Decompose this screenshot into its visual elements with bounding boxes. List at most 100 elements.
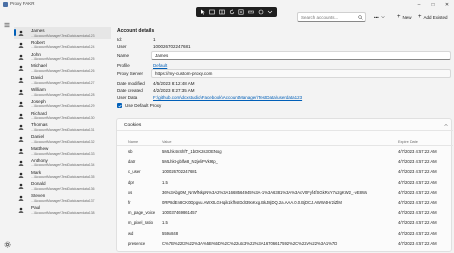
minimize-button[interactable]: – <box>412 0 426 10</box>
user-avatar-icon <box>18 42 24 48</box>
profile-link[interactable]: Default <box>153 63 167 68</box>
table-row[interactable]: xs 36%3Abg0M_NrWfNkpN%3A2%3A1668564945%3A… <box>117 188 453 198</box>
cookies-panel: Cookies Name Value Expire Date sb 5MLhk4n… <box>116 118 453 252</box>
layout-icon[interactable] <box>219 9 226 15</box>
chevron-down-icon <box>381 16 385 19</box>
table-row[interactable]: datr 5MLhkt-gblfw8_N2jeliPVk9tp_ 4/7/2023 … <box>117 157 453 167</box>
list-item[interactable]: Anthony ...\AccountManager\TestData\userd… <box>14 157 111 169</box>
close-button[interactable]: ✕ <box>440 0 454 10</box>
table-row[interactable]: presence C%7B%22t3%22%3A%5B%5D%2C%22utc3%… <box>117 239 453 249</box>
new-account-button[interactable]: + New <box>397 12 412 22</box>
account-name: Anthony <box>31 157 48 163</box>
account-name: David <box>31 75 43 81</box>
column-header-expiry[interactable]: Expire Date <box>398 140 418 144</box>
account-name: Joseph <box>31 98 46 104</box>
account-path: ...\AccountManager\TestData\userdata126 <box>31 68 95 73</box>
cookies-header[interactable]: Cookies <box>117 119 453 131</box>
list-item[interactable]: Mark ...\AccountManager\TestData\userdata… <box>14 169 111 181</box>
refresh-icon[interactable] <box>228 9 235 15</box>
name-field[interactable] <box>151 51 451 60</box>
account-list: James ...\AccountManager\TestData\userdat… <box>14 27 111 253</box>
record-icon[interactable] <box>257 9 264 15</box>
add-existed-button[interactable]: + Add Existed <box>418 12 448 22</box>
list-item[interactable]: Richard ...\AccountManager\TestData\userd… <box>14 110 111 122</box>
account-path: ...\AccountManager\TestData\userdata130 <box>31 116 95 121</box>
modified-value: 4/5/2023 8:12:48 AM <box>153 81 195 86</box>
checkmark-icon <box>117 104 122 107</box>
created-label: Date created <box>117 88 143 93</box>
new-button-label: New <box>402 14 412 20</box>
search-box[interactable] <box>297 12 366 22</box>
more-options-button[interactable]: ••• <box>374 12 385 22</box>
list-item[interactable]: Michael ...\AccountManager\TestData\userd… <box>14 62 111 74</box>
list-item[interactable]: David ...\AccountManager\TestData\userdat… <box>14 74 111 86</box>
user-avatar-icon <box>18 207 24 213</box>
cookie-value: 36%3Abg0M_NrWfNkpN%3A2%3A1668564945%3A-1… <box>162 189 367 195</box>
list-item[interactable]: Joseph ...\AccountManager\TestData\userda… <box>14 98 111 110</box>
maximize-button[interactable]: □ <box>426 0 440 10</box>
table-row[interactable]: fr 0RP8dEn8CK0Dpgvu.AWXtLGHqik1kfhsIDdI39… <box>117 198 453 208</box>
user-avatar-icon <box>18 148 24 154</box>
table-row[interactable]: sb 5MLhk4nShfT_1bOK2s3OENog 4/7/2023 4:57:… <box>117 147 453 157</box>
account-name: Thomas <box>31 122 48 128</box>
column-header-value[interactable]: Value <box>162 140 171 144</box>
cookies-table-header: Name Value Expire Date <box>117 138 453 146</box>
table-row[interactable]: m_page_voice 100037469861457 4/7/2023 4:57… <box>117 208 453 218</box>
table-row[interactable]: m_pixel_ratio 1.5 4/7/2023 4:57:22 AM <box>117 218 453 228</box>
account-path: ...\AccountManager\TestData\userdata128 <box>31 92 95 97</box>
list-item[interactable]: Matthew ...\AccountManager\TestData\userd… <box>14 145 111 157</box>
account-name: Michael <box>31 63 47 69</box>
use-default-proxy-label: Use Default Proxy <box>125 103 162 108</box>
details-section-title: Account details <box>117 28 155 34</box>
list-item[interactable]: Daniel ...\AccountManager\TestData\userda… <box>14 133 111 145</box>
add-existed-label: Add Existed <box>423 14 448 20</box>
use-default-proxy-checkbox[interactable] <box>117 103 122 108</box>
user-avatar-icon <box>18 101 24 107</box>
user-avatar-icon <box>18 66 24 72</box>
ruler-icon[interactable] <box>247 9 254 15</box>
proxy-server-field[interactable] <box>151 69 451 78</box>
user-avatar-icon <box>18 113 24 119</box>
hamburger-menu-icon[interactable] <box>3 21 11 29</box>
list-item[interactable]: Paul ...\AccountManager\TestData\userdata… <box>14 204 111 216</box>
table-row[interactable]: c_user 100026702247681 4/7/2023 4:57:22 AM <box>117 167 453 177</box>
cookie-expiry: 4/7/2023 4:57:22 AM <box>398 159 437 165</box>
account-path: ...\AccountManager\TestData\userdata137 <box>31 198 95 203</box>
list-item[interactable]: William ...\AccountManager\TestData\userd… <box>14 86 111 98</box>
user-avatar-icon <box>18 184 24 190</box>
account-path: ...\AccountManager\TestData\userdata131 <box>31 127 95 132</box>
settings-gear-icon[interactable] <box>3 240 11 248</box>
inspect-icon[interactable] <box>238 9 245 15</box>
table-row[interactable]: dpr 1.5 4/7/2023 4:57:22 AM <box>117 178 453 188</box>
cookie-value: 100026702247681 <box>162 169 197 175</box>
list-item[interactable]: Robert ...\AccountManager\TestData\userda… <box>14 39 111 51</box>
cookie-expiry: 4/7/2023 4:57:22 AM <box>398 189 437 195</box>
chevron-up-icon[interactable] <box>443 122 449 128</box>
list-item[interactable]: John ...\AccountManager\TestData\userdata… <box>14 51 111 63</box>
cookie-expiry: 4/7/2023 4:57:22 AM <box>398 230 437 236</box>
cookie-name: presence <box>128 240 146 246</box>
list-item[interactable]: Steven ...\AccountManager\TestData\userda… <box>14 192 111 204</box>
list-item[interactable]: James ...\AccountManager\TestData\userdat… <box>14 27 111 39</box>
id-label: Id: <box>117 37 123 42</box>
table-row[interactable]: wd 559x848 4/7/2023 4:57:22 AM <box>117 229 453 239</box>
cookie-name: m_page_voice <box>128 210 156 216</box>
user-avatar-icon <box>18 125 24 131</box>
cursor-icon[interactable] <box>199 9 206 15</box>
search-input[interactable] <box>301 14 357 21</box>
cookie-value: C%7B%22t3%22%3A%5B%5D%2C%22utc3%22%3A167… <box>162 240 338 246</box>
list-item[interactable]: Thomas ...\AccountManager\TestData\userda… <box>14 121 111 133</box>
account-path: ...\AccountManager\TestData\userdata132 <box>31 139 95 144</box>
search-icon[interactable] <box>358 15 363 20</box>
created-value: 4/2/2023 8:27:35 AM <box>153 88 195 93</box>
account-path: ...\AccountManager\TestData\userdata129 <box>31 104 95 109</box>
cookie-value: 100037469861457 <box>162 210 197 216</box>
window-select-icon[interactable] <box>209 9 216 15</box>
column-header-name[interactable]: Name <box>128 140 138 144</box>
list-item[interactable]: Donald ...\AccountManager\TestData\userda… <box>14 180 111 192</box>
account-path: ...\AccountManager\TestData\userdata133 <box>31 151 95 156</box>
collapse-icon[interactable] <box>267 9 274 15</box>
user-avatar-icon <box>18 195 24 201</box>
userdata-link[interactable]: F:\github.com\dcxstudio\Facebook\Account… <box>153 95 302 100</box>
account-name: William <box>31 86 46 92</box>
